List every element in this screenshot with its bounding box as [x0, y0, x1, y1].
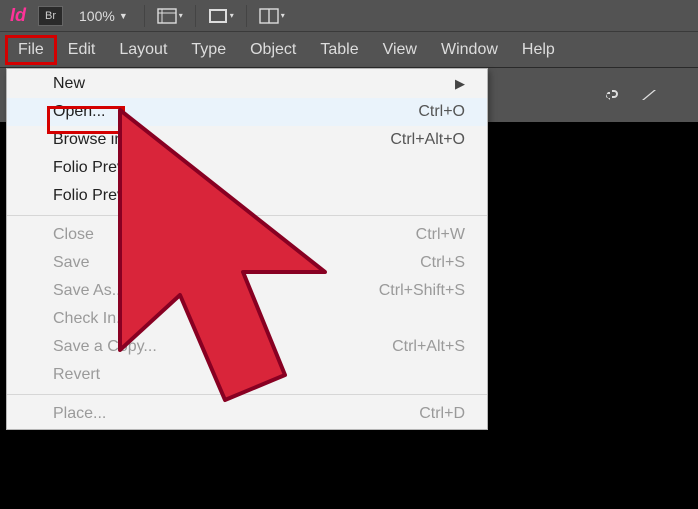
menu-item-label: Save As... — [53, 282, 125, 300]
menu-item-close: Close Ctrl+W — [7, 221, 487, 249]
menu-item-label: New — [53, 75, 85, 93]
menu-item-label: Revert — [53, 366, 100, 384]
menubar-item-edit[interactable]: Edit — [56, 36, 108, 64]
menubar-item-help[interactable]: Help — [510, 36, 567, 64]
menu-item-label: Folio Preview S — [53, 187, 164, 205]
menu-item-label: Save — [53, 254, 89, 272]
menu-item-label: Folio Previ — [53, 159, 129, 177]
bridge-button[interactable]: Br — [38, 6, 63, 26]
menubar-item-table[interactable]: Table — [308, 36, 370, 64]
menu-item-shortcut: Ctrl+Alt+O — [390, 131, 465, 149]
chevron-down-icon: ▼ — [119, 11, 128, 21]
menubar-item-type[interactable]: Type — [179, 36, 238, 64]
menu-item-label: Save a Copy... — [53, 338, 157, 356]
zoom-level[interactable]: 100% ▼ — [71, 8, 136, 24]
menu-item-label: Open... — [53, 103, 105, 121]
menu-item-shortcut: Ctrl+Alt+S — [392, 338, 465, 356]
menubar: File Edit Layout Type Object Table View … — [0, 32, 698, 68]
submenu-arrow-icon: ▶ — [455, 76, 465, 92]
menu-item-shortcut: Ctrl+S — [420, 254, 465, 272]
app-logo: Id — [6, 5, 30, 26]
separator — [144, 5, 145, 27]
menubar-item-object[interactable]: Object — [238, 36, 308, 64]
menu-item-shortcut: Ctrl+W — [416, 226, 465, 244]
zoom-value: 100% — [79, 8, 115, 24]
menu-item-new[interactable]: New ▶ — [7, 70, 487, 98]
menubar-item-layout[interactable]: Layout — [107, 36, 179, 64]
menu-item-check-in: Check In... — [7, 305, 487, 333]
menu-item-label: Check In... — [53, 310, 129, 328]
view-mode-split-icon[interactable]: ▾ — [255, 5, 289, 27]
shear-icon[interactable] — [640, 86, 658, 104]
menu-item-label: Browse in — [53, 131, 123, 149]
menu-separator — [7, 394, 487, 395]
menu-item-place: Place... Ctrl+D — [7, 400, 487, 428]
menu-item-save: Save Ctrl+S — [7, 249, 487, 277]
menubar-item-view[interactable]: View — [371, 36, 429, 64]
chevron-down-icon: ▾ — [281, 11, 285, 20]
menu-item-browse-in-bridge[interactable]: Browse in Ctrl+Alt+O — [7, 126, 487, 154]
view-mode-rulers-icon[interactable]: ▾ — [153, 5, 187, 27]
menu-item-open[interactable]: Open... Ctrl+O — [7, 98, 487, 126]
menu-item-revert: Revert — [7, 361, 487, 389]
menu-item-folio-preview[interactable]: Folio Previ — [7, 154, 487, 182]
menu-item-label: Place... — [53, 405, 106, 423]
view-mode-frame-icon[interactable]: ▾ — [204, 5, 238, 27]
menu-item-label: Close — [53, 226, 94, 244]
menu-item-save-as: Save As... Ctrl+Shift+S — [7, 277, 487, 305]
file-menu-dropdown: New ▶ Open... Ctrl+O Browse in Ctrl+Alt+… — [6, 68, 488, 430]
menu-separator — [7, 215, 487, 216]
link-icon[interactable] — [602, 86, 620, 104]
menu-item-shortcut: Ctrl+O — [418, 103, 465, 121]
separator — [195, 5, 196, 27]
chevron-down-icon: ▾ — [230, 11, 234, 20]
menu-item-folio-preview-settings[interactable]: Folio Preview S — [7, 182, 487, 210]
menu-item-save-a-copy: Save a Copy... Ctrl+Alt+S — [7, 333, 487, 361]
menubar-item-window[interactable]: Window — [429, 36, 510, 64]
chevron-down-icon: ▾ — [179, 11, 183, 20]
menubar-item-file[interactable]: File — [6, 36, 56, 64]
menu-item-shortcut: Ctrl+D — [419, 405, 465, 423]
menu-item-shortcut: Ctrl+Shift+S — [379, 282, 465, 300]
top-toolbar: Id Br 100% ▼ ▾ ▾ ▾ — [0, 0, 698, 32]
separator — [246, 5, 247, 27]
